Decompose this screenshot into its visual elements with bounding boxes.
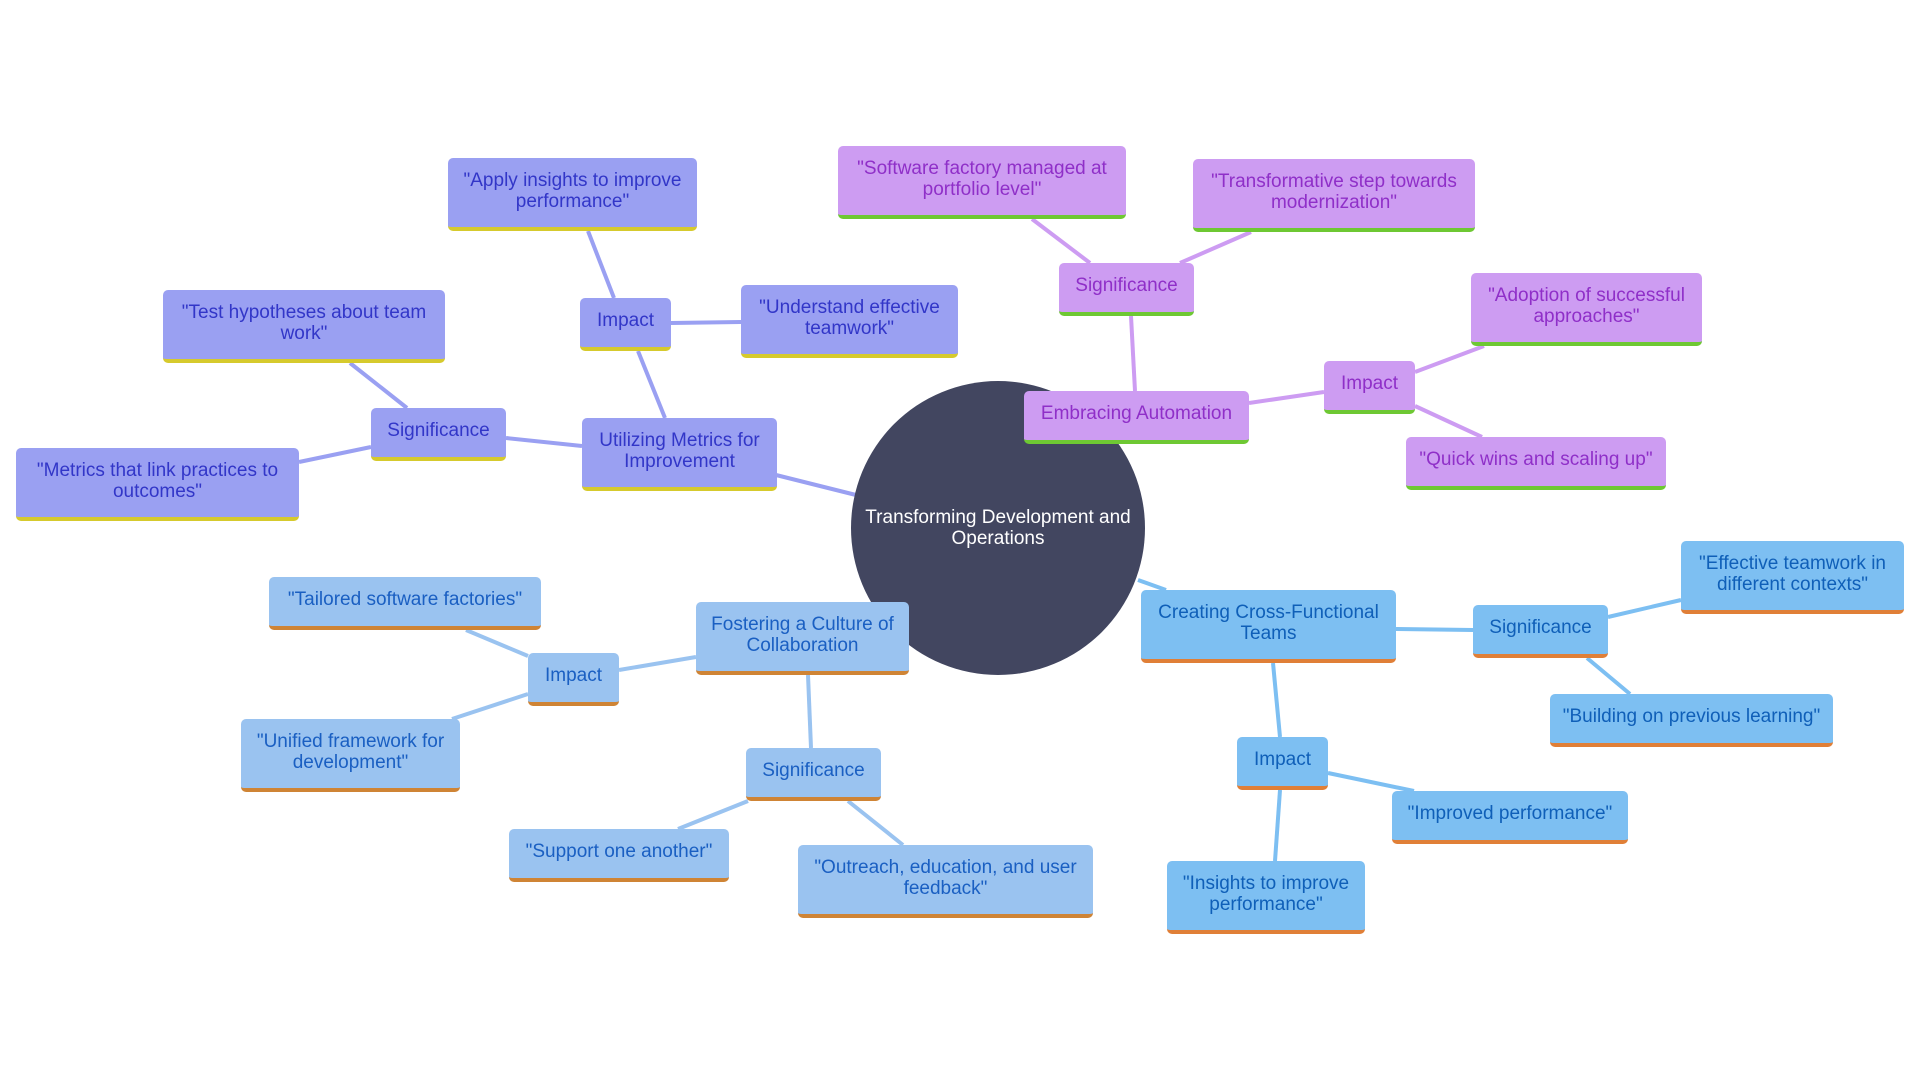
collaboration-impact-leaf[interactable]: "Unified framework for development" bbox=[241, 719, 460, 792]
edge-collab-sig-outreach bbox=[846, 799, 905, 847]
automation-significance-node[interactable]: Significance bbox=[1059, 263, 1194, 316]
node-label: "Tailored software factories" bbox=[287, 589, 523, 610]
automation-impact-leaf[interactable]: "Quick wins and scaling up" bbox=[1406, 437, 1666, 490]
node-label: "Transformative step towards modernizati… bbox=[1211, 170, 1457, 213]
edge-metrics-impact-understand bbox=[670, 320, 742, 325]
node-label: Creating Cross-Functional Teams bbox=[1158, 601, 1379, 644]
node-label: Impact bbox=[596, 310, 655, 331]
node-label: "Understand effective teamwork" bbox=[759, 296, 940, 339]
node-label: "Metrics that link practices to outcomes… bbox=[36, 459, 279, 502]
node-label: "Improved performance" bbox=[1407, 803, 1613, 824]
node-label: Impact bbox=[1253, 749, 1312, 770]
branch-fostering-collaboration[interactable]: Fostering a Culture of Collaboration bbox=[696, 602, 909, 675]
collaboration-impact-leaf[interactable]: "Tailored software factories" bbox=[269, 577, 541, 630]
edge-collab-significance bbox=[806, 674, 813, 749]
branch-cross-functional-teams[interactable]: Creating Cross-Functional Teams bbox=[1141, 590, 1396, 663]
node-label: Fostering a Culture of Collaboration bbox=[711, 613, 894, 656]
node-label: "Outreach, education, and user feedback" bbox=[814, 856, 1077, 899]
edge-collab-impact-unified bbox=[451, 692, 529, 721]
edge-metrics-impact bbox=[636, 350, 667, 419]
edge-automation-significance bbox=[1129, 315, 1137, 392]
node-label: "Effective teamwork in different context… bbox=[1699, 552, 1886, 595]
automation-significance-leaf[interactable]: "Software factory managed at portfolio l… bbox=[838, 146, 1126, 219]
edge-metrics-significance bbox=[505, 436, 583, 448]
edge-collab-impact-tailored bbox=[465, 628, 529, 658]
edge-collab-impact bbox=[618, 655, 697, 672]
branch-utilizing-metrics[interactable]: Utilizing Metrics for Improvement bbox=[582, 418, 777, 491]
edge-auto-impact-quickwins bbox=[1414, 404, 1483, 439]
metrics-impact-node[interactable]: Impact bbox=[580, 298, 671, 351]
edge-metrics-sig-test bbox=[348, 361, 409, 410]
edge-metrics-impact-apply bbox=[586, 230, 616, 299]
automation-impact-node[interactable]: Impact bbox=[1324, 361, 1415, 414]
node-label: Embracing Automation bbox=[1040, 403, 1233, 424]
edge-auto-sig-transformative bbox=[1179, 230, 1252, 265]
cft-impact-leaf[interactable]: "Improved performance" bbox=[1392, 791, 1628, 844]
collaboration-significance-leaf[interactable]: "Outreach, education, and user feedback" bbox=[798, 845, 1093, 918]
node-label: Impact bbox=[1340, 373, 1399, 394]
cft-impact-node[interactable]: Impact bbox=[1237, 737, 1328, 790]
metrics-significance-leaf[interactable]: "Test hypotheses about team work" bbox=[163, 290, 445, 363]
node-label: "Building on previous learning" bbox=[1562, 706, 1821, 727]
cft-significance-leaf[interactable]: "Effective teamwork in different context… bbox=[1681, 541, 1904, 614]
edge-collab-sig-support bbox=[677, 799, 749, 831]
node-label: Utilizing Metrics for Improvement bbox=[599, 429, 760, 472]
node-label: Significance bbox=[1075, 275, 1178, 296]
edge-cft-impact-improved bbox=[1327, 771, 1415, 793]
edge-cft-impact-insights bbox=[1273, 789, 1282, 862]
edge-root-metrics bbox=[775, 473, 857, 497]
edge-cft-sig-building bbox=[1585, 656, 1632, 696]
edge-auto-impact-adoption bbox=[1414, 344, 1485, 374]
node-label: Significance bbox=[387, 420, 490, 441]
node-label: "Apply insights to improve performance" bbox=[463, 169, 682, 212]
node-label: Significance bbox=[1489, 617, 1592, 638]
node-label: "Test hypotheses about team work" bbox=[181, 301, 427, 344]
collaboration-impact-node[interactable]: Impact bbox=[528, 653, 619, 706]
node-label: "Quick wins and scaling up" bbox=[1419, 449, 1653, 470]
metrics-significance-leaf[interactable]: "Metrics that link practices to outcomes… bbox=[16, 448, 299, 521]
node-label: "Support one another" bbox=[525, 841, 713, 862]
branch-embracing-automation[interactable]: Embracing Automation bbox=[1024, 391, 1249, 444]
cft-significance-node[interactable]: Significance bbox=[1473, 605, 1608, 658]
edge-cft-significance bbox=[1395, 627, 1474, 632]
edge-metrics-sig-link bbox=[298, 445, 372, 464]
automation-significance-leaf[interactable]: "Transformative step towards modernizati… bbox=[1193, 159, 1475, 232]
edge-auto-sig-software bbox=[1030, 217, 1092, 265]
collaboration-significance-node[interactable]: Significance bbox=[746, 748, 881, 801]
metrics-impact-leaf[interactable]: "Understand effective teamwork" bbox=[741, 285, 958, 358]
node-label: Significance bbox=[762, 760, 865, 781]
metrics-impact-leaf[interactable]: "Apply insights to improve performance" bbox=[448, 158, 697, 231]
node-label: "Insights to improve performance" bbox=[1182, 872, 1350, 915]
node-label: "Software factory managed at portfolio l… bbox=[857, 157, 1107, 200]
edge-cft-sig-effective bbox=[1607, 598, 1682, 619]
cft-significance-leaf[interactable]: "Building on previous learning" bbox=[1550, 694, 1833, 747]
edge-root-crossfunctional bbox=[1137, 578, 1167, 592]
node-label: "Unified framework for development" bbox=[256, 730, 445, 773]
automation-impact-leaf[interactable]: "Adoption of successful approaches" bbox=[1471, 273, 1702, 346]
collaboration-significance-leaf[interactable]: "Support one another" bbox=[509, 829, 729, 882]
edge-cft-impact bbox=[1271, 662, 1282, 738]
edge-automation-impact bbox=[1248, 390, 1325, 405]
node-label: "Adoption of successful approaches" bbox=[1488, 284, 1685, 327]
node-label: Impact bbox=[544, 665, 603, 686]
cft-impact-leaf[interactable]: "Insights to improve performance" bbox=[1167, 861, 1365, 934]
metrics-significance-node[interactable]: Significance bbox=[371, 408, 506, 461]
root-label: Transforming Development and Operations bbox=[865, 507, 1131, 549]
